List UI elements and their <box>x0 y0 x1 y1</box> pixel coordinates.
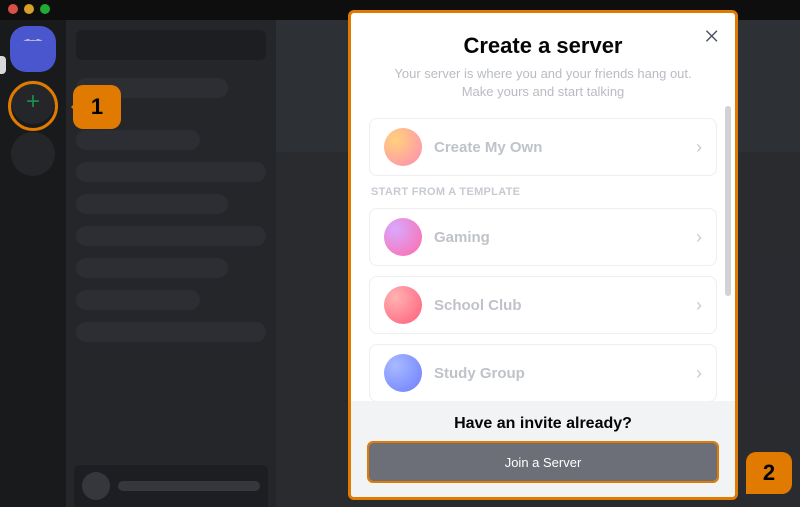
modal-footer: Have an invite already? Join a Server <box>351 401 735 497</box>
modal-title: Create a server <box>375 33 711 59</box>
chevron-right-icon: › <box>696 227 702 248</box>
school-club-icon <box>384 286 422 324</box>
chevron-right-icon: › <box>696 363 702 384</box>
chevron-right-icon: › <box>696 137 702 158</box>
create-own-icon <box>384 128 422 166</box>
app-window: + Create a server Your server is where y… <box>0 0 800 507</box>
annotation-step1: 1 <box>73 85 121 129</box>
create-server-modal: Create a server Your server is where you… <box>348 10 738 500</box>
modal-header: Create a server Your server is where you… <box>351 13 735 104</box>
option-label: Create My Own <box>434 139 684 156</box>
create-my-own-option[interactable]: Create My Own › <box>369 118 717 176</box>
template-section-header: START FROM A TEMPLATE <box>371 186 717 198</box>
template-gaming-option[interactable]: Gaming › <box>369 208 717 266</box>
modal-body: Create My Own › START FROM A TEMPLATE Ga… <box>351 104 735 401</box>
option-label: School Club <box>434 297 684 314</box>
scrollbar[interactable] <box>725 106 731 296</box>
join-server-button[interactable]: Join a Server <box>369 443 717 481</box>
close-button[interactable] <box>701 25 723 47</box>
chevron-right-icon: › <box>696 295 702 316</box>
footer-title: Have an invite already? <box>369 415 717 433</box>
close-icon <box>703 27 721 45</box>
template-study-group-option[interactable]: Study Group › <box>369 344 717 401</box>
study-group-icon <box>384 354 422 392</box>
annotation-step2: 2 <box>746 452 792 494</box>
gaming-icon <box>384 218 422 256</box>
modal-subtitle: Your server is where you and your friend… <box>375 65 711 100</box>
template-school-club-option[interactable]: School Club › <box>369 276 717 334</box>
option-label: Study Group <box>434 365 684 382</box>
option-label: Gaming <box>434 229 684 246</box>
